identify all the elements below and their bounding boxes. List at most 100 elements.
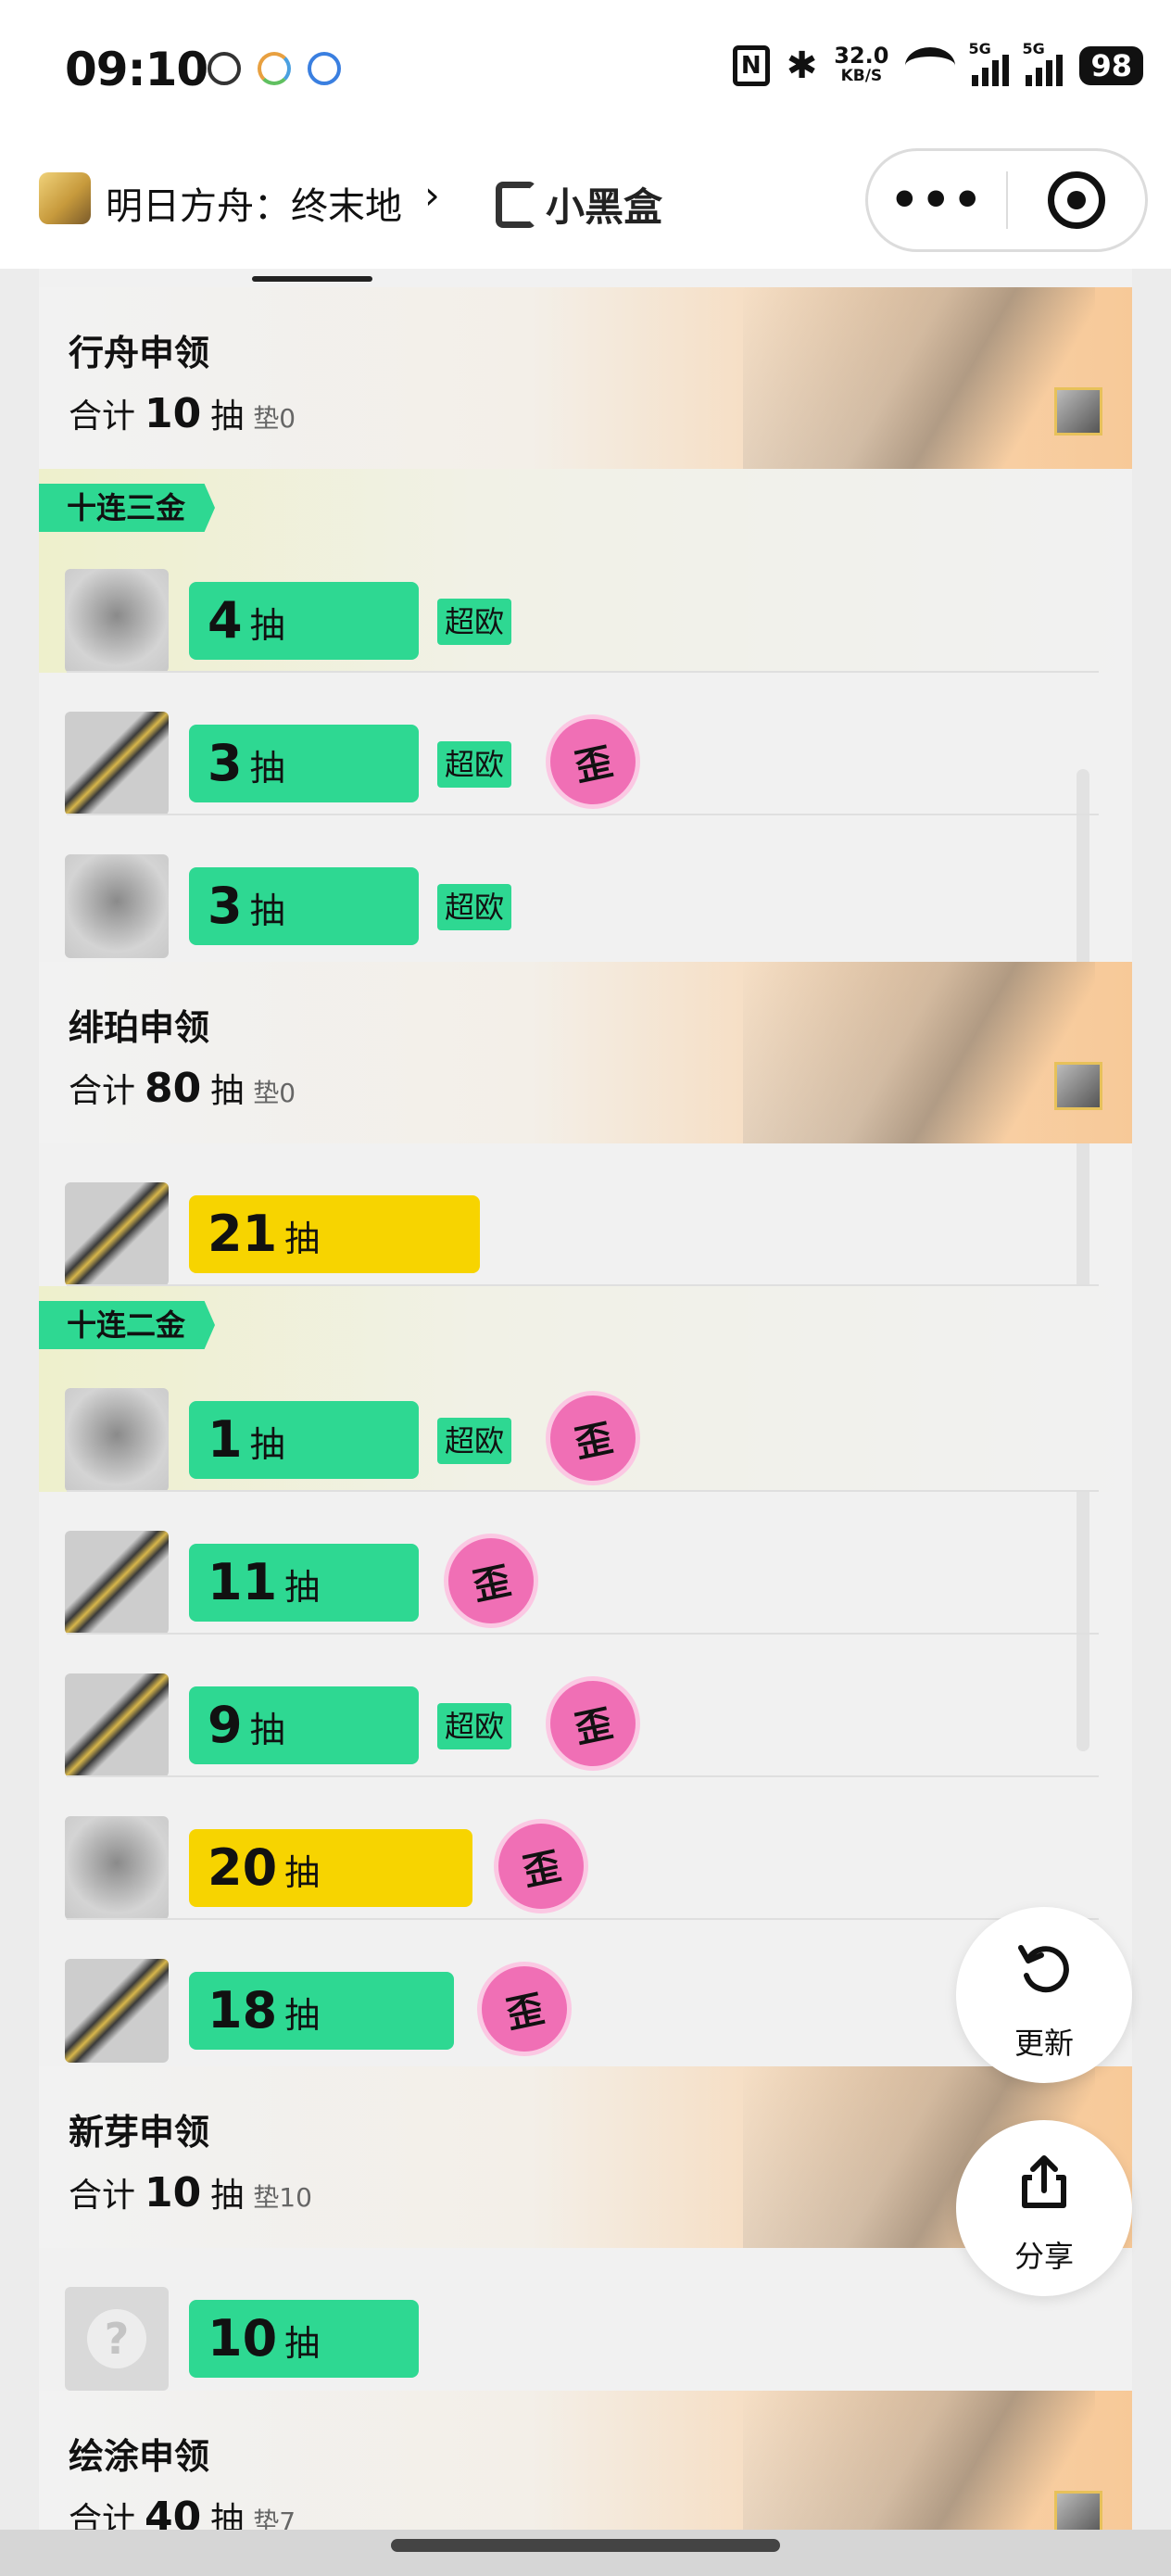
- pull-count: 10: [208, 2309, 278, 2368]
- tab-indicator: [252, 276, 372, 282]
- signal-icon-1: 5G: [968, 40, 1010, 86]
- banner-art: [743, 287, 1095, 469]
- brand: 小黑盒: [496, 176, 662, 233]
- total-count: 10: [145, 390, 202, 437]
- pull-row[interactable]: 9 抽 超欧 歪: [39, 1635, 1132, 1777]
- pull-row[interactable]: 1 抽 超欧 歪: [39, 1349, 1132, 1492]
- bluetooth-icon: ✱: [786, 44, 818, 87]
- close-button[interactable]: [1008, 171, 1146, 229]
- section-title: 绘涂申领: [69, 2436, 210, 2477]
- total-unit: 抽: [210, 2177, 245, 2215]
- total-count: 10: [145, 2169, 202, 2216]
- system-indicators: N ✱ 32.0 KB/S 5G 5G 98: [732, 40, 1143, 87]
- section-total: 合计 10 抽 垫10: [69, 2168, 312, 2216]
- group-badge: 十连二金: [39, 1301, 216, 1349]
- pity-count: 垫7: [253, 2507, 296, 2530]
- refresh-icon: [1018, 1945, 1069, 1993]
- pull-unit: 抽: [249, 748, 285, 789]
- home-indicator[interactable]: [391, 2539, 780, 2552]
- banner-thumbnail: [1054, 387, 1102, 436]
- lucky-badge: 超欧: [437, 599, 512, 645]
- network-speed-unit: KB/S: [840, 67, 883, 85]
- share-button[interactable]: 分享: [956, 2120, 1132, 2296]
- off-rate-badge: 歪: [550, 719, 636, 804]
- total-unit: 抽: [210, 1072, 245, 1110]
- pull-count: 20: [208, 1838, 278, 1897]
- share-label: 分享: [1014, 2239, 1074, 2274]
- lucky-badge: 超欧: [437, 741, 512, 788]
- chevron-right-icon[interactable]: ›: [424, 172, 440, 218]
- capsule-menu: •••: [865, 148, 1148, 252]
- app-avatar[interactable]: [39, 172, 91, 224]
- group-badge: 十连三金: [39, 484, 216, 532]
- mini-program-nav-bar: 明日方舟：终末地 › 小黑盒 •••: [0, 139, 1171, 269]
- pull-bar: 21 抽: [189, 1195, 480, 1273]
- app-title[interactable]: 明日方舟：终末地: [106, 176, 402, 230]
- nfc-icon: N: [732, 45, 770, 86]
- pull-count: 4: [208, 591, 243, 650]
- signal-label-2: 5G: [1022, 40, 1045, 57]
- pull-bar: 9 抽: [189, 1686, 419, 1764]
- item-icon: [65, 1673, 169, 1777]
- item-icon: [65, 854, 169, 958]
- pull-count: 3: [208, 877, 243, 935]
- banner-art: [743, 962, 1095, 1143]
- pull-unit: 抽: [284, 1852, 321, 1893]
- pull-count: 1: [208, 1410, 243, 1469]
- off-rate-badge: 歪: [550, 1681, 636, 1766]
- pull-unit: 抽: [284, 1995, 321, 2036]
- pull-unit: 抽: [249, 890, 285, 931]
- item-icon: [65, 1816, 169, 1920]
- brand-name: 小黑盒: [546, 184, 663, 230]
- pull-bar: 1 抽: [189, 1401, 419, 1479]
- pull-count: 21: [208, 1205, 278, 1263]
- pull-unit: 抽: [284, 1567, 321, 1608]
- section-header: 绯珀申领 合计 80 抽 垫0: [39, 962, 1132, 1143]
- pity-count: 垫0: [253, 403, 296, 434]
- unknown-item-icon: ?: [65, 2287, 169, 2391]
- pull-count: 18: [208, 1981, 278, 2039]
- page: 09:10 N ✱ 32.0 KB/S 5G 5G 98 明日方舟：终末地 › …: [0, 0, 1171, 2576]
- status-bar: 09:10 N ✱ 32.0 KB/S 5G 5G 98: [0, 0, 1171, 139]
- total-prefix: 合计: [69, 398, 136, 436]
- item-icon: [65, 569, 169, 673]
- refresh-button[interactable]: 更新: [956, 1907, 1132, 2083]
- pull-bar: 3 抽: [189, 725, 419, 802]
- app-notification-icon: [258, 52, 291, 85]
- status-time: 09:10: [65, 43, 208, 96]
- banner-art: [743, 2391, 1095, 2530]
- more-dots-icon[interactable]: •••: [868, 177, 1006, 223]
- section-total: 合计 80 抽 垫0: [69, 1064, 296, 1112]
- pity-count: 垫0: [253, 1078, 296, 1108]
- pull-bar: 3 抽: [189, 867, 419, 945]
- off-rate-badge: 歪: [498, 1824, 584, 1909]
- pull-bar: 4 抽: [189, 582, 419, 660]
- pull-unit: 抽: [249, 1424, 285, 1465]
- section-title: 行舟申领: [69, 333, 210, 373]
- pull-row[interactable]: 20 抽 歪: [39, 1777, 1132, 1920]
- pull-unit: 抽: [284, 1219, 321, 1259]
- lucky-badge: 超欧: [437, 1703, 512, 1749]
- pull-row[interactable]: 4 抽 超欧: [39, 530, 1132, 673]
- pull-row[interactable]: 3 抽 超欧: [39, 815, 1132, 958]
- pull-count: 3: [208, 734, 243, 792]
- pull-unit: 抽: [284, 2323, 321, 2364]
- pull-row[interactable]: 3 抽 超欧 歪: [39, 673, 1132, 815]
- pull-row[interactable]: 21 抽: [39, 1143, 1132, 1286]
- total-count: 40: [145, 2494, 202, 2530]
- chat-notification-icon: [308, 52, 341, 85]
- section-total: 合计 40 抽 垫7: [69, 2493, 296, 2530]
- pity-count: 垫10: [253, 2182, 312, 2213]
- item-icon: [65, 1388, 169, 1492]
- pull-row[interactable]: 11 抽 歪: [39, 1492, 1132, 1635]
- off-rate-text: 歪: [571, 740, 617, 790]
- pull-unit: 抽: [249, 1710, 285, 1750]
- battery-level: 98: [1079, 46, 1143, 85]
- signal-label-1: 5G: [968, 40, 991, 57]
- section-header: 绘涂申领 合计 40 抽 垫7: [39, 2391, 1132, 2530]
- share-icon: [1022, 2155, 1066, 2208]
- notification-icons: [208, 52, 341, 85]
- network-speed: 32.0 KB/S: [834, 44, 888, 86]
- pull-count: 11: [208, 1553, 278, 1611]
- section-title: 绯珀申领: [69, 1007, 210, 1048]
